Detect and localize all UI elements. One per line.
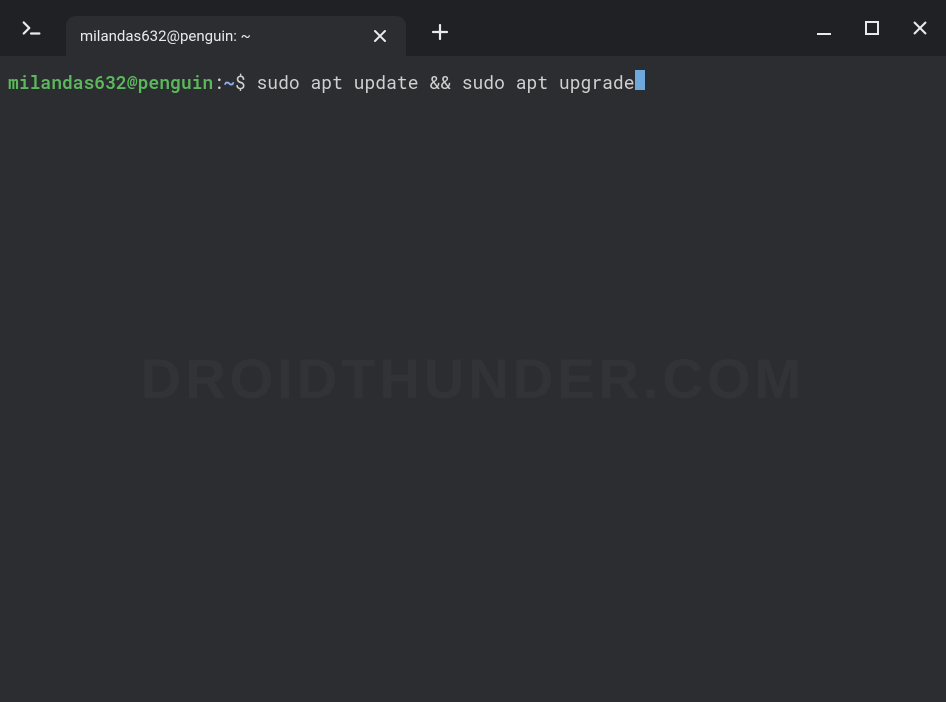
new-tab-button[interactable]	[422, 14, 458, 50]
maximize-button[interactable]	[860, 16, 884, 40]
close-window-button[interactable]	[908, 16, 932, 40]
window-controls	[812, 0, 932, 56]
terminal-cursor	[635, 70, 645, 90]
minimize-button[interactable]	[812, 16, 836, 40]
maximize-icon	[864, 20, 880, 36]
app-icon	[14, 10, 50, 46]
close-icon	[912, 20, 928, 36]
terminal-line: milandas632@penguin:~$ sudo apt update &…	[8, 70, 938, 95]
terminal-body[interactable]: milandas632@penguin:~$ sudo apt update &…	[0, 56, 946, 702]
terminal-prompt-icon	[21, 17, 43, 39]
terminal-tab[interactable]: milandas632@penguin: ~	[66, 16, 406, 56]
prompt-symbol: $	[235, 70, 257, 95]
prompt-separator: :	[213, 70, 224, 95]
tab-close-button[interactable]	[368, 24, 392, 48]
tab-title: milandas632@penguin: ~	[80, 27, 368, 45]
plus-icon	[431, 23, 449, 41]
title-bar: milandas632@penguin: ~	[0, 0, 946, 56]
prompt-user-host: milandas632@penguin	[8, 70, 213, 95]
watermark: DROIDTHUNDER.COM	[141, 340, 805, 418]
close-icon	[373, 29, 387, 43]
minimize-icon	[815, 19, 833, 37]
prompt-path: ~	[224, 70, 235, 95]
command-text: sudo apt update && sudo apt upgrade	[256, 70, 634, 95]
